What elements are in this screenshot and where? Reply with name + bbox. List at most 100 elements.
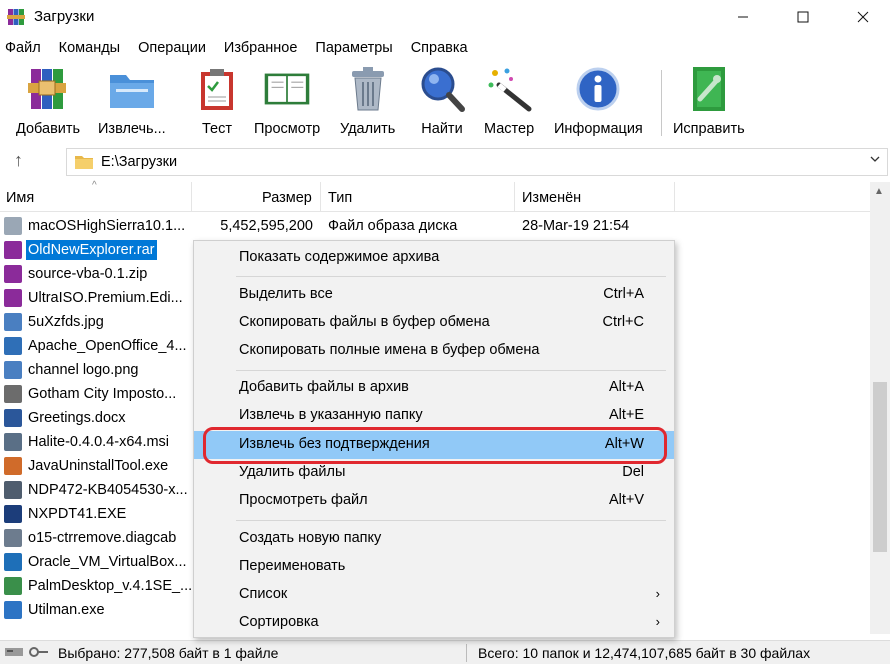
- menu-file[interactable]: Файл: [5, 40, 41, 56]
- menu-options[interactable]: Параметры: [315, 40, 392, 56]
- annotation-highlight-ring: [203, 427, 667, 464]
- column-divider[interactable]: [191, 182, 192, 212]
- vertical-scrollbar[interactable]: ▲: [870, 182, 890, 634]
- toolbar-delete-button[interactable]: Удалить: [340, 64, 395, 142]
- toolbar-wizard-button[interactable]: Мастер: [484, 64, 534, 142]
- menu-separator: [236, 276, 666, 277]
- toolbar-info-button[interactable]: Информация: [554, 64, 643, 142]
- maximize-icon: [797, 11, 809, 23]
- winrar-app-icon: [7, 9, 25, 25]
- minimize-button[interactable]: [720, 0, 766, 34]
- file-name: channel logo.png: [28, 362, 139, 378]
- font-file-icon: [4, 385, 22, 403]
- column-divider[interactable]: [514, 182, 515, 212]
- menu-item-label: Извлечь в указанную папку: [239, 407, 423, 423]
- close-button[interactable]: [840, 0, 886, 34]
- up-arrow-icon[interactable]: ↑: [14, 150, 23, 171]
- menu-item-add-to-archive[interactable]: Добавить файлы в архив Alt+A: [194, 374, 674, 402]
- toolbar-separator: [661, 70, 662, 136]
- menu-item-view-file[interactable]: Просмотреть файл Alt+V: [194, 487, 674, 515]
- column-divider[interactable]: [674, 182, 675, 212]
- toolbar-delete-label: Удалить: [340, 121, 396, 137]
- toolbar-extract-label: Извлечь...: [98, 121, 166, 137]
- word-document-icon: [4, 409, 22, 427]
- column-size[interactable]: Размер: [262, 190, 312, 206]
- scroll-thumb[interactable]: [873, 382, 887, 552]
- status-selected: Выбрано: 277,508 байт в 1 файле: [58, 645, 279, 661]
- drive-icon[interactable]: [4, 645, 24, 659]
- file-name: JavaUninstallTool.exe: [28, 458, 169, 474]
- scroll-up-icon[interactable]: ▲: [874, 186, 884, 197]
- toolbar-repair-button[interactable]: Исправить: [673, 64, 745, 142]
- file-name: macOSHighSierra10.1...: [28, 218, 186, 234]
- menu-item-copy-full-names[interactable]: Скопировать полные имена в буфер обмена: [194, 337, 674, 365]
- menu-item-extract-to-folder[interactable]: Извлечь в указанную папку Alt+E: [194, 402, 674, 430]
- toolbar-test-button[interactable]: Тест: [193, 64, 241, 142]
- toolbar-find-label: Найти: [421, 121, 463, 137]
- file-name: NXPDT41.EXE: [28, 506, 127, 522]
- menu-item-list-submenu[interactable]: Список ›: [194, 581, 674, 609]
- window-title: Загрузки: [34, 8, 95, 25]
- add-archive-icon: [28, 69, 67, 109]
- toolbar-add-button[interactable]: Добавить: [16, 64, 80, 142]
- menu-separator: [236, 520, 666, 521]
- minimize-icon: [738, 16, 748, 18]
- menu-commands[interactable]: Команды: [59, 40, 120, 56]
- extract-folder-icon: [109, 75, 154, 108]
- installer-executable-icon: [4, 481, 22, 499]
- file-name: PalmDesktop_v.4.1SE_...: [28, 578, 193, 594]
- menu-item-create-folder[interactable]: Создать новую папку: [194, 525, 674, 553]
- toolbar-find-button[interactable]: Найти: [418, 64, 466, 142]
- key-icon[interactable]: [28, 645, 50, 659]
- diagcab-file-icon: [4, 529, 22, 547]
- menu-item-label: Просмотреть файл: [239, 492, 368, 508]
- status-bar: Выбрано: 277,508 байт в 1 файле Всего: 1…: [0, 640, 890, 664]
- file-name: UltraISO.Premium.Edi...: [28, 290, 183, 306]
- toolbar-extract-button[interactable]: Извлечь...: [98, 64, 166, 142]
- menu-item-sort-submenu[interactable]: Сортировка ›: [194, 609, 674, 637]
- menu-item-label: Скопировать полные имена в буфер обмена: [239, 342, 540, 358]
- menu-item-shortcut: Ctrl+C: [602, 314, 645, 330]
- maximize-button[interactable]: [780, 0, 826, 34]
- info-icon: [576, 67, 620, 111]
- openoffice-installer-icon: [4, 337, 22, 355]
- list-header: ^ Имя Размер Тип Изменён: [0, 180, 870, 212]
- toolbar-view-button[interactable]: Просмотр: [254, 64, 320, 142]
- menu-item-label: Сортировка: [239, 614, 319, 630]
- menu-item-label: Выделить все: [239, 286, 333, 302]
- menu-help[interactable]: Справка: [411, 40, 468, 56]
- column-divider[interactable]: [320, 182, 321, 212]
- file-name: Apache_OpenOffice_4...: [28, 338, 187, 354]
- image-file-icon: [4, 361, 22, 379]
- sort-ascending-icon: ^: [92, 180, 97, 191]
- file-name: source-vba-0.1.zip: [28, 266, 148, 282]
- path-field[interactable]: E:\Загрузки: [66, 148, 888, 176]
- file-row[interactable]: macOSHighSierra10.1... 5,452,595,200 Фай…: [0, 214, 870, 238]
- menu-item-label: Удалить файлы: [239, 464, 346, 480]
- menu-item-rename[interactable]: Переименовать: [194, 553, 674, 581]
- trash-icon: [351, 67, 384, 111]
- column-name[interactable]: Имя: [6, 190, 34, 206]
- toolbar-view-label: Просмотр: [254, 121, 321, 137]
- chevron-down-icon[interactable]: [869, 153, 881, 165]
- menu-item-label: Переименовать: [239, 558, 346, 574]
- menu-item-select-all[interactable]: Выделить все Ctrl+A: [194, 281, 674, 309]
- file-size: 5,452,595,200: [220, 218, 313, 234]
- column-modified[interactable]: Изменён: [522, 190, 581, 206]
- test-clipboard-icon: [201, 69, 233, 110]
- java-executable-icon: [4, 457, 22, 475]
- status-divider: [466, 644, 467, 662]
- address-bar: ↑ E:\Загрузки: [0, 146, 890, 178]
- file-name: Gotham City Imposto...: [28, 386, 177, 402]
- menu-item-shortcut: Ctrl+A: [603, 286, 644, 302]
- menu-item-label: Создать новую папку: [239, 530, 382, 546]
- path-text: E:\Загрузки: [101, 154, 178, 170]
- column-type[interactable]: Тип: [328, 190, 352, 206]
- folder-icon: [75, 156, 93, 169]
- image-file-icon: [4, 313, 22, 331]
- menu-item-copy-files[interactable]: Скопировать файлы в буфер обмена Ctrl+C: [194, 309, 674, 337]
- menu-operations[interactable]: Операции: [138, 40, 206, 56]
- menu-favorites[interactable]: Избранное: [224, 40, 297, 56]
- toolbar: Добавить Извлечь... Тест Просмотр Удалит…: [0, 62, 890, 144]
- menu-item-show-archive-contents[interactable]: Показать содержимое архива: [194, 244, 674, 272]
